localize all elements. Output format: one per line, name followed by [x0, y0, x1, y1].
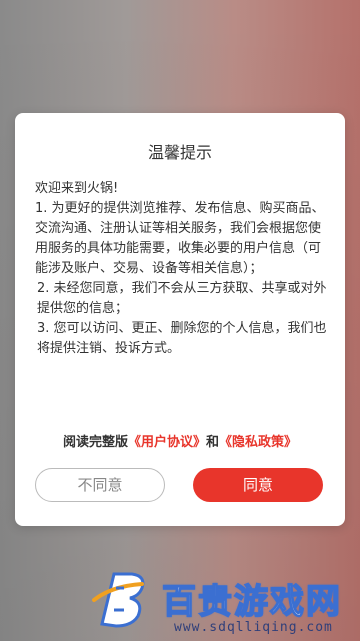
privacy-policy-link[interactable]: 《隐私政策》 — [219, 435, 297, 450]
read-links: 阅读完整版《用户协议》和《隐私政策》 — [15, 431, 345, 450]
dialog-title: 温馨提示 — [147, 143, 212, 162]
dialog-body: 欢迎来到火锅! 1. 为更好的提供浏览推荐、发布信息、购买商品、交流沟通、注册认… — [35, 179, 327, 359]
clause-3: 3. 您可以访问、更正、删除您的个人信息，我们也将提供注销、投诉方式。 — [37, 321, 327, 356]
watermark-url: www.sdqlliqing.com — [174, 620, 333, 635]
disagree-button[interactable]: 不同意 — [35, 468, 165, 502]
welcome-text: 欢迎来到火锅! — [35, 181, 119, 196]
and-text: 和 — [206, 435, 220, 450]
privacy-dialog: 温馨提示 欢迎来到火锅! 1. 为更好的提供浏览推荐、发布信息、购买商品、交流沟… — [15, 113, 345, 526]
watermark-title: 百贵游戏网 — [161, 581, 342, 623]
user-agreement-link[interactable]: 《用户协议》 — [128, 435, 206, 450]
watermark: 百贵游戏网 www.sdqlliqing.com — [92, 566, 360, 641]
read-prefix: 阅读完整版 — [62, 435, 128, 450]
clause-1: 1. 为更好的提供浏览推荐、发布信息、购买商品、交流沟通、注册认证等相关服务，我… — [35, 201, 325, 276]
b-logo-icon — [92, 572, 145, 628]
clause-2: 2. 未经您同意，我们不会从三方获取、共享或对外提供您的信息； — [37, 281, 327, 316]
agree-button[interactable]: 同意 — [193, 468, 323, 502]
